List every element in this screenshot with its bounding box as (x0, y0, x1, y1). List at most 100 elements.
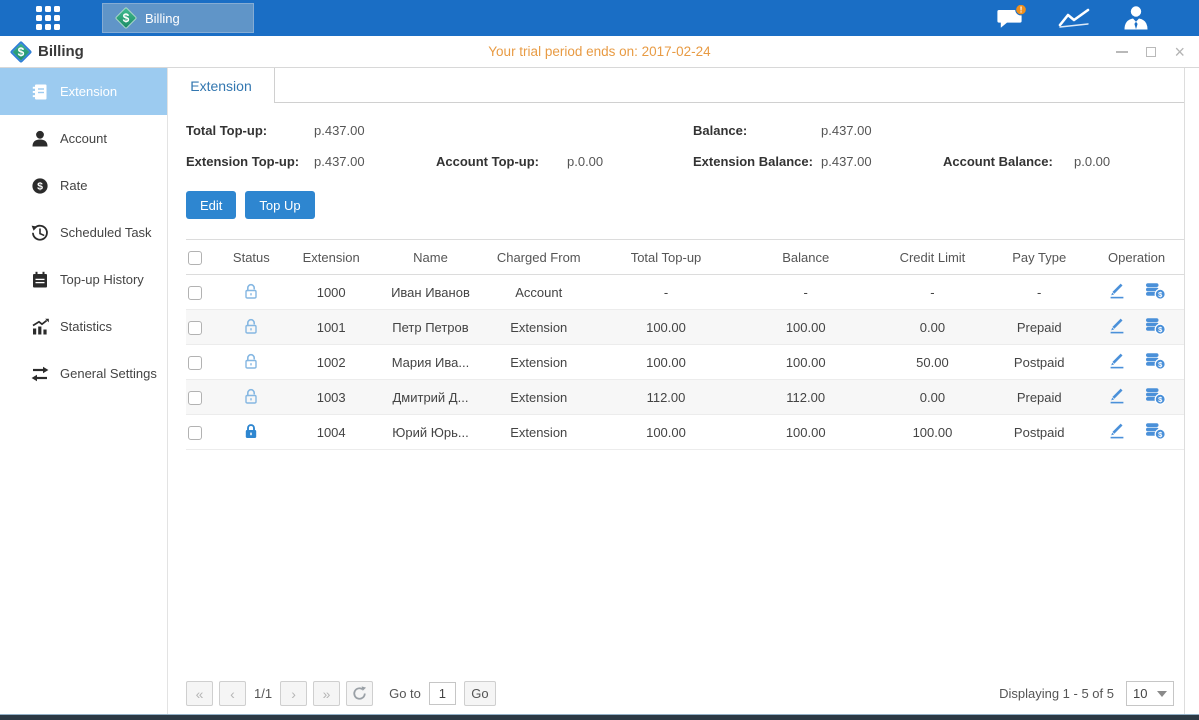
cell-name: Дмитрий Д... (380, 380, 482, 415)
row-checkbox[interactable] (188, 356, 202, 370)
lock-locked-icon[interactable] (242, 422, 260, 443)
table-header-row: Status Extension Name Charged From Total… (186, 240, 1184, 275)
refresh-button[interactable] (346, 681, 373, 706)
edit-row-icon[interactable] (1107, 317, 1126, 337)
cell-extension: 1001 (283, 310, 380, 345)
cell-charged-from: Extension (481, 415, 596, 450)
edit-row-icon[interactable] (1107, 352, 1126, 372)
total-topup-label: Total Top-up: (186, 123, 314, 138)
sidebar-item-label: Rate (60, 178, 87, 193)
edit-row-icon[interactable] (1107, 282, 1126, 302)
lock-open-icon[interactable] (242, 317, 260, 338)
cell-charged-from: Extension (481, 310, 596, 345)
billing-dollar-icon: $ (115, 7, 137, 29)
top-up-row-icon[interactable]: $ (1144, 282, 1166, 303)
goto-page-input[interactable] (429, 682, 456, 705)
sidebar-item-statistics[interactable]: Statistics (0, 303, 167, 350)
cell-credit-limit: 0.00 (876, 310, 990, 345)
apps-grid-icon[interactable] (36, 6, 60, 30)
top-up-row-icon[interactable]: $ (1144, 387, 1166, 408)
cell-extension: 1002 (283, 345, 380, 380)
maximize-button[interactable] (1146, 47, 1156, 57)
sidebar-item-label: Extension (60, 84, 117, 99)
balance-summary: Total Top-up: p.437.00 Extension Top-up:… (186, 115, 1184, 177)
billing-app-screen: $ Billing ! (0, 0, 1199, 720)
svg-text:$: $ (37, 180, 43, 192)
extensions-table: Status Extension Name Charged From Total… (186, 239, 1184, 450)
top-up-row-icon[interactable]: $ (1144, 317, 1166, 338)
top-up-row-icon[interactable]: $ (1144, 422, 1166, 443)
cell-balance: 100.00 (736, 345, 876, 380)
column-header-charged-from: Charged From (481, 240, 596, 275)
billing-dollar-icon: $ (10, 41, 32, 63)
row-checkbox[interactable] (188, 286, 202, 300)
page-indicator: 1/1 (254, 686, 272, 701)
prev-page-button[interactable]: ‹ (219, 681, 246, 706)
sidebar-item-general-settings[interactable]: General Settings (0, 350, 167, 397)
rate-icon: $ (31, 177, 49, 195)
cell-total-topup: 100.00 (596, 415, 736, 450)
window-title-group: $ Billing (10, 41, 84, 63)
column-header-operation: Operation (1089, 240, 1184, 275)
column-header-name: Name (380, 240, 482, 275)
sidebar-item-scheduled-task[interactable]: Scheduled Task (0, 209, 167, 256)
first-page-button[interactable]: « (186, 681, 213, 706)
select-all-checkbox[interactable] (188, 251, 202, 265)
cell-extension: 1004 (283, 415, 380, 450)
top-up-row-icon[interactable]: $ (1144, 352, 1166, 373)
cell-charged-from: Extension (481, 380, 596, 415)
lock-open-icon[interactable] (242, 282, 260, 303)
column-header-balance: Balance (736, 240, 876, 275)
cell-pay-type: Prepaid (989, 380, 1089, 415)
user-account-icon[interactable] (1119, 5, 1153, 31)
resource-monitor-icon[interactable] (1057, 5, 1091, 31)
sidebar-item-rate[interactable]: $ Rate (0, 162, 167, 209)
edit-row-icon[interactable] (1107, 422, 1126, 442)
column-header-credit-limit: Credit Limit (876, 240, 990, 275)
statistics-icon (31, 318, 49, 336)
sidebar-item-label: Scheduled Task (60, 225, 152, 240)
main-panel: Extension Total Top-up: p.437.00 Extensi… (168, 68, 1199, 714)
chevron-down-icon (1157, 691, 1167, 697)
row-checkbox[interactable] (188, 321, 202, 335)
cell-pay-type: - (989, 275, 1089, 310)
lock-open-icon[interactable] (242, 387, 260, 408)
minimize-button[interactable] (1116, 51, 1128, 53)
next-page-button[interactable]: › (280, 681, 307, 706)
last-page-button[interactable]: » (313, 681, 340, 706)
cell-name: Петр Петров (380, 310, 482, 345)
page-size-value: 10 (1133, 686, 1147, 701)
extension-topup-value: p.437.00 (314, 154, 436, 169)
row-checkbox[interactable] (188, 391, 202, 405)
cell-balance: - (736, 275, 876, 310)
window-titlebar: $ Billing Your trial period ends on: 201… (0, 36, 1199, 68)
scheduled-task-icon (31, 224, 49, 242)
cell-pay-type: Prepaid (989, 310, 1089, 345)
topbar-tab-label: Billing (145, 11, 180, 26)
messages-icon[interactable]: ! (995, 5, 1029, 31)
window-controls: × (1116, 43, 1185, 61)
content-area: Extension Account $ Rate (0, 68, 1199, 714)
refresh-icon (352, 686, 367, 701)
edit-button[interactable]: Edit (186, 191, 236, 219)
top-up-button[interactable]: Top Up (245, 191, 314, 219)
extension-topup-label: Extension Top-up: (186, 154, 314, 169)
sidebar-item-extension[interactable]: Extension (0, 68, 167, 115)
tab-extension[interactable]: Extension (168, 68, 275, 103)
go-button[interactable]: Go (464, 681, 496, 706)
row-checkbox[interactable] (188, 426, 202, 440)
topbar-tab-billing[interactable]: $ Billing (102, 3, 254, 33)
edit-row-icon[interactable] (1107, 387, 1126, 407)
sidebar: Extension Account $ Rate (0, 68, 168, 714)
table-row: 1003 Дмитрий Д... Extension 112.00 112.0… (186, 380, 1184, 415)
sidebar-item-account[interactable]: Account (0, 115, 167, 162)
page-size-select[interactable]: 10 (1126, 681, 1174, 706)
close-button[interactable]: × (1174, 43, 1185, 61)
lock-open-icon[interactable] (242, 352, 260, 373)
column-header-extension: Extension (283, 240, 380, 275)
cell-credit-limit: 0.00 (876, 380, 990, 415)
sidebar-item-topup-history[interactable]: Top-up History (0, 256, 167, 303)
cell-name: Мария Ива... (380, 345, 482, 380)
sidebar-item-label: Top-up History (60, 272, 144, 287)
account-balance-value: p.0.00 (1074, 154, 1110, 169)
